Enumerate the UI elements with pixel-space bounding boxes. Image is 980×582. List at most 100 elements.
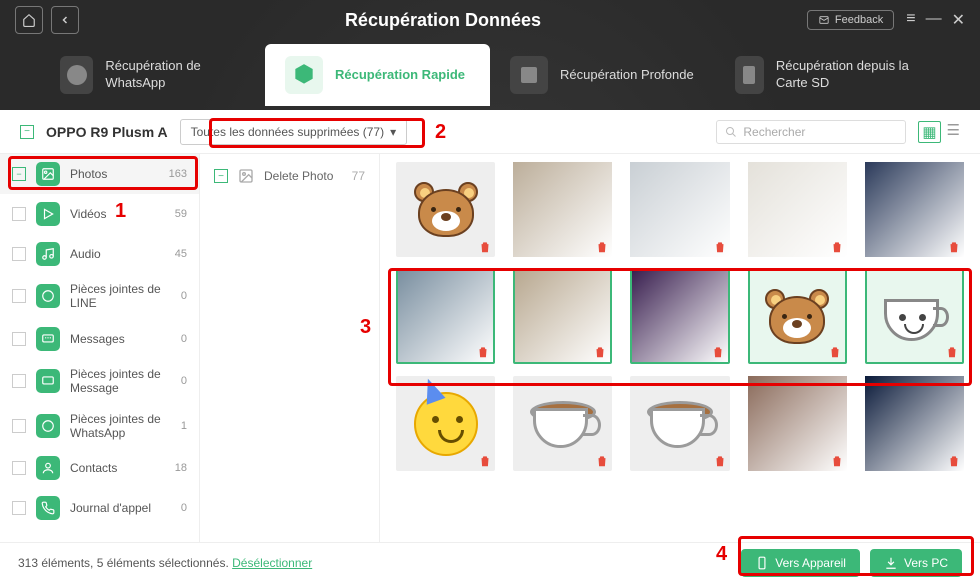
device-name: OPPO R9 Plusm A — [46, 124, 168, 140]
thumbnail[interactable] — [630, 269, 729, 364]
search-input[interactable]: Rechercher — [716, 120, 906, 144]
back-button[interactable] — [51, 6, 79, 34]
contact-icon — [36, 456, 60, 480]
chevron-down-icon: ▾ — [390, 125, 396, 139]
app-title: Récupération Données — [345, 10, 541, 31]
download-icon — [884, 556, 898, 570]
header-right: Feedback ≡ — ✕ — [807, 10, 965, 30]
deep-icon — [510, 56, 548, 94]
item-checkbox[interactable] — [12, 501, 26, 515]
image-icon — [36, 162, 60, 186]
call-icon — [36, 496, 60, 520]
sidebar-item-msgatt[interactable]: Pièces jointes de Message0 — [0, 359, 199, 404]
thumbnail[interactable] — [513, 269, 612, 364]
sidebar-item-image[interactable]: −Photos163 — [0, 154, 199, 194]
feedback-button[interactable]: Feedback — [807, 10, 894, 30]
item-checkbox[interactable] — [12, 332, 26, 346]
app-header: Récupération Données Feedback ≡ — ✕ Récu… — [0, 0, 980, 110]
item-checkbox[interactable] — [12, 461, 26, 475]
footer: 313 éléments, 5 éléments sélectionnés. D… — [0, 542, 980, 582]
annotation-num-4: 4 — [716, 543, 727, 566]
mail-icon — [818, 15, 830, 25]
device-icon — [755, 556, 769, 570]
trash-icon — [478, 454, 492, 468]
toolbar: − OPPO R9 Plusm A Toutes les données sup… — [0, 110, 980, 154]
sidebar-item-call[interactable]: Journal d'appel0 — [0, 488, 199, 528]
wa-icon — [36, 414, 60, 438]
deselect-link[interactable]: Désélectionner — [232, 556, 312, 570]
export-pc-button[interactable]: Vers PC — [870, 549, 962, 577]
sidebar-item-msg[interactable]: Messages0 — [0, 319, 199, 359]
trash-icon — [711, 345, 725, 359]
thumbnail[interactable] — [630, 162, 729, 257]
sub-item[interactable]: − Delete Photo 77 — [208, 162, 371, 190]
thumbnail[interactable] — [396, 376, 495, 471]
trash-icon — [713, 240, 727, 254]
thumbnail[interactable] — [865, 269, 964, 364]
minimize-icon[interactable]: — — [926, 10, 942, 30]
trash-icon — [595, 240, 609, 254]
thumbnail[interactable] — [748, 162, 847, 257]
trash-icon — [478, 240, 492, 254]
sub-panel: − Delete Photo 77 — [200, 154, 380, 542]
image-icon — [236, 168, 256, 184]
annotation-num-3: 3 — [360, 316, 371, 339]
sidebar-item-wa[interactable]: Pièces jointes de WhatsApp1 — [0, 404, 199, 449]
line-icon — [36, 284, 60, 308]
grid-row — [396, 269, 964, 364]
trash-icon — [593, 345, 607, 359]
sidebar-item-line[interactable]: Pièces jointes de LINE0 — [0, 274, 199, 319]
sidebar-item-contact[interactable]: Contacts18 — [0, 448, 199, 488]
thumbnail[interactable] — [513, 162, 612, 257]
thumbnail[interactable] — [396, 162, 495, 257]
grid-view-icon[interactable]: ▦ — [918, 121, 940, 143]
quick-icon — [285, 56, 323, 94]
annotation-num-2: 2 — [435, 121, 446, 144]
item-checkbox[interactable] — [12, 419, 26, 433]
filter-dropdown[interactable]: Toutes les données supprimées (77)▾ — [180, 119, 407, 145]
thumbnail[interactable] — [630, 376, 729, 471]
sub-checkbox[interactable]: − — [214, 169, 228, 183]
tab-quick[interactable]: Récupération Rapide — [265, 44, 490, 106]
msg-icon — [36, 327, 60, 351]
thumbnail[interactable] — [513, 376, 612, 471]
thumbnail[interactable] — [865, 376, 964, 471]
item-checkbox[interactable] — [12, 207, 26, 221]
search-icon — [725, 126, 737, 138]
thumbnail-grid — [380, 154, 980, 542]
tab-sd[interactable]: Récupération depuis la Carte SD — [715, 44, 940, 106]
whatsapp-icon — [60, 56, 93, 94]
trash-icon — [947, 454, 961, 468]
export-device-button[interactable]: Vers Appareil — [741, 549, 860, 577]
item-checkbox[interactable]: − — [12, 167, 26, 181]
music-icon — [36, 242, 60, 266]
menu-icon[interactable]: ≡ — [906, 10, 915, 30]
tab-whatsapp[interactable]: Récupération de WhatsApp — [40, 44, 265, 106]
header-left — [15, 6, 79, 34]
thumbnail[interactable] — [748, 376, 847, 471]
sidebar-item-play[interactable]: Vidéos59 — [0, 194, 199, 234]
sidebar: −Photos163Vidéos59Audio45Pièces jointes … — [0, 154, 200, 542]
list-view-icon[interactable]: ☰ — [947, 121, 960, 143]
body: −Photos163Vidéos59Audio45Pièces jointes … — [0, 154, 980, 542]
tab-deep[interactable]: Récupération Profonde — [490, 44, 715, 106]
trash-icon — [830, 240, 844, 254]
home-button[interactable] — [15, 6, 43, 34]
select-all-checkbox[interactable]: − — [20, 125, 34, 139]
thumbnail[interactable] — [748, 269, 847, 364]
sidebar-item-music[interactable]: Audio45 — [0, 234, 199, 274]
grid-row — [396, 162, 964, 257]
header-row: Récupération Données Feedback ≡ — ✕ — [0, 0, 980, 40]
sd-icon — [735, 56, 764, 94]
trash-icon — [595, 454, 609, 468]
thumbnail[interactable] — [396, 269, 495, 364]
item-checkbox[interactable] — [12, 247, 26, 261]
close-icon[interactable]: ✕ — [952, 10, 965, 30]
thumbnail[interactable] — [865, 162, 964, 257]
trash-icon — [947, 240, 961, 254]
trash-icon — [945, 345, 959, 359]
item-checkbox[interactable] — [12, 289, 26, 303]
item-checkbox[interactable] — [12, 374, 26, 388]
msgatt-icon — [36, 369, 60, 393]
mode-tabs: Récupération de WhatsApp Récupération Ra… — [0, 40, 980, 110]
